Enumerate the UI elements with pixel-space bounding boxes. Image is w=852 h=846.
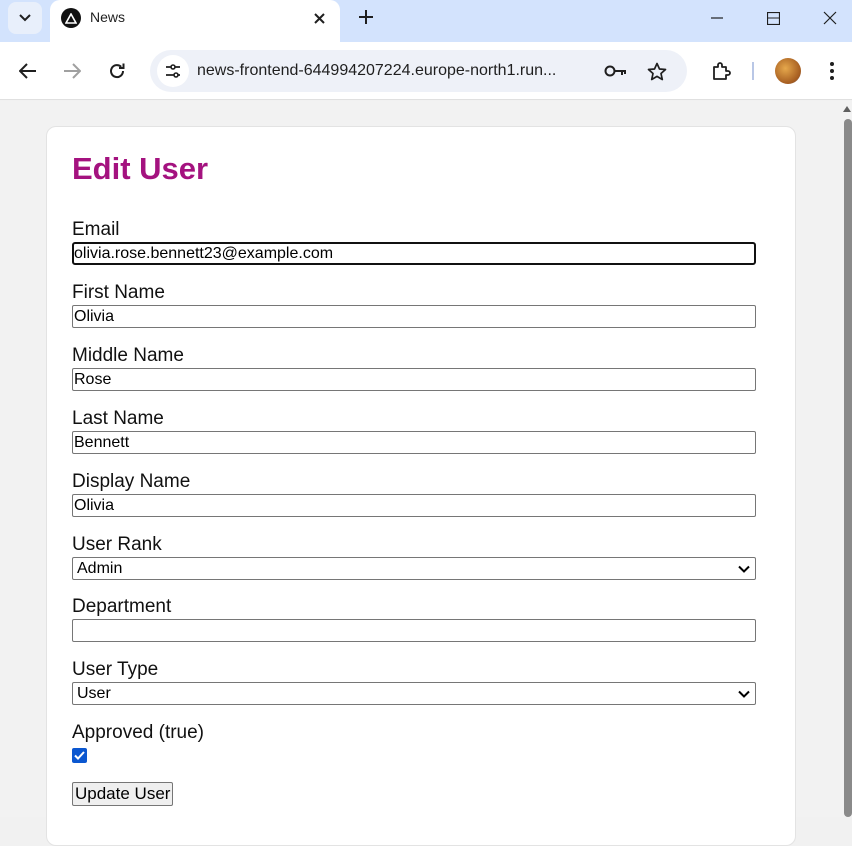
last-name-field[interactable]: [72, 431, 756, 454]
chevron-down-icon: [738, 565, 750, 573]
middle-name-field-group: Middle Name: [72, 345, 757, 391]
reload-icon: [110, 63, 125, 79]
puzzle-icon: [713, 62, 731, 80]
first-name-field-group: First Name: [72, 282, 757, 328]
scrollbar-thumb[interactable]: [844, 119, 852, 817]
department-label: Department: [72, 596, 172, 617]
toolbar-divider: [752, 62, 754, 80]
display-name-field[interactable]: [72, 494, 756, 517]
star-icon: [647, 62, 667, 80]
avatar[interactable]: [775, 58, 801, 84]
maximize-button[interactable]: [761, 8, 785, 28]
close-icon: [823, 11, 837, 25]
address-bar[interactable]: news-frontend-644994207224.europe-north1…: [150, 50, 687, 92]
page-title: Edit User: [72, 151, 209, 186]
tab-search-button[interactable]: [8, 2, 42, 34]
minimize-icon: [711, 17, 723, 19]
first-name-label: First Name: [72, 282, 165, 303]
tune-icon: [166, 64, 180, 78]
chevron-down-icon: [738, 690, 750, 698]
url-text[interactable]: news-frontend-644994207224.europe-north1…: [197, 62, 595, 80]
edit-user-card: Edit User Email First Name Middle Name L…: [46, 126, 796, 846]
user-rank-selected-value: Admin: [77, 560, 123, 577]
bookmark-button[interactable]: [645, 59, 669, 83]
checkmark-icon: [74, 751, 85, 760]
department-field-group: Department: [72, 596, 757, 642]
kebab-menu-icon: [830, 62, 834, 80]
approved-label: Approved (true): [72, 722, 205, 743]
back-button[interactable]: [14, 57, 42, 85]
window-close-button[interactable]: [818, 8, 842, 28]
user-rank-label: User Rank: [72, 534, 162, 555]
user-rank-select[interactable]: Admin: [72, 557, 756, 580]
email-field[interactable]: [72, 242, 756, 265]
chevron-down-icon: [19, 14, 31, 22]
scroll-up-arrow-icon[interactable]: [843, 106, 851, 112]
display-name-field-group: Display Name: [72, 471, 757, 517]
tab-close-button[interactable]: [308, 7, 330, 29]
middle-name-field[interactable]: [72, 368, 756, 391]
arrow-right-icon: [64, 63, 81, 79]
user-type-select[interactable]: User: [72, 682, 756, 705]
display-name-label: Display Name: [72, 471, 191, 492]
email-field-group: Email: [72, 219, 757, 265]
email-label: Email: [72, 219, 120, 240]
triangle-logo-icon: [61, 8, 81, 28]
department-field[interactable]: [72, 619, 756, 642]
approved-field-group: Approved (true): [72, 722, 757, 763]
last-name-label: Last Name: [72, 408, 164, 429]
last-name-field-group: Last Name: [72, 408, 757, 454]
middle-name-label: Middle Name: [72, 345, 184, 366]
close-icon: [313, 12, 325, 24]
approved-checkbox[interactable]: [72, 748, 87, 763]
plus-icon: [359, 10, 373, 24]
page-viewport: Edit User Email First Name Middle Name L…: [0, 101, 852, 846]
user-type-field-group: User Type User: [72, 659, 757, 705]
user-type-selected-value: User: [77, 685, 111, 702]
tab-news[interactable]: News: [50, 0, 340, 42]
new-tab-button[interactable]: [354, 5, 378, 29]
browser-toolbar: news-frontend-644994207224.europe-north1…: [0, 42, 852, 100]
maximize-icon: [766, 11, 780, 25]
site-info-button[interactable]: [157, 55, 189, 87]
password-manager-button[interactable]: [604, 59, 628, 83]
forward-button[interactable]: [58, 57, 86, 85]
first-name-field[interactable]: [72, 305, 756, 328]
minimize-button[interactable]: [705, 8, 729, 28]
browser-menu-button[interactable]: [818, 57, 846, 85]
extensions-button[interactable]: [707, 57, 735, 85]
user-rank-field-group: User Rank Admin: [72, 534, 757, 580]
reload-button[interactable]: [103, 57, 131, 85]
arrow-left-icon: [19, 63, 36, 79]
update-user-button[interactable]: Update User: [72, 782, 174, 806]
user-type-label: User Type: [72, 659, 159, 680]
key-icon: [604, 65, 626, 77]
tab-title: News: [90, 9, 126, 25]
